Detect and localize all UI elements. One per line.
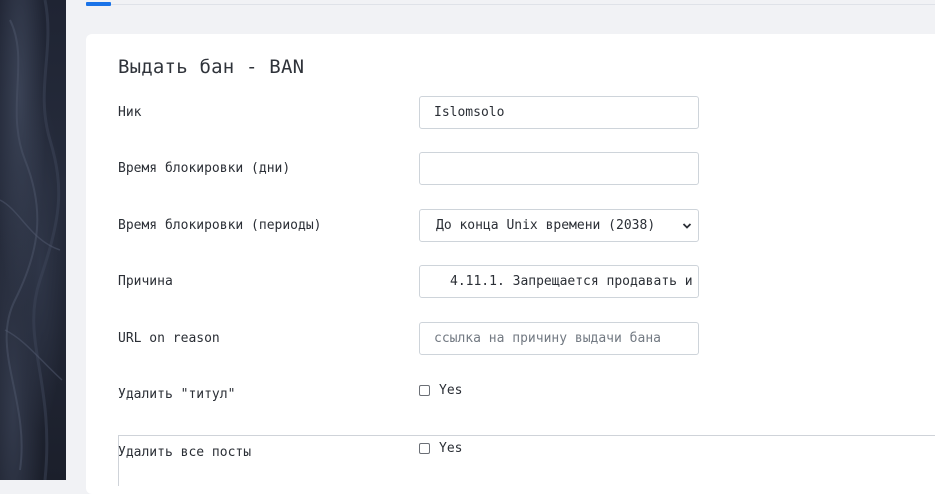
ban-days-input[interactable] — [419, 152, 699, 185]
remove-posts-yes-label: Yes — [439, 441, 463, 456]
remove-posts-label: Удалить все посты — [118, 445, 252, 460]
page-title: Выдать бан - BAN — [118, 56, 305, 78]
remove-title-option[interactable]: Yes — [419, 383, 462, 398]
chevron-down-icon — [682, 223, 692, 229]
url-reason-label: URL on reason — [118, 331, 220, 346]
nick-label: Ник — [118, 105, 142, 120]
remove-posts-checkbox[interactable] — [419, 443, 430, 454]
remove-posts-option[interactable]: Yes — [419, 441, 462, 456]
ban-period-selected-value: До конца Unix времени (2038) — [436, 218, 656, 233]
nick-input[interactable]: Islomsolo — [419, 96, 699, 129]
url-reason-input[interactable]: ссылка на причину выдачи бана — [419, 322, 699, 355]
reason-label: Причина — [118, 274, 173, 289]
active-tab-indicator — [86, 2, 111, 6]
ban-period-label: Время блокировки (периоды) — [118, 218, 322, 233]
ban-period-select[interactable]: До конца Unix времени (2038) — [419, 209, 699, 242]
remove-title-checkbox[interactable] — [419, 385, 430, 396]
remove-posts-row — [118, 435, 935, 486]
reason-input[interactable]: 4.11.1. Запрещается продавать и — [419, 265, 699, 298]
remove-title-yes-label: Yes — [439, 383, 463, 398]
ban-days-label: Время блокировки (дни) — [118, 161, 291, 176]
remove-title-label: Удалить "титул" — [118, 387, 236, 402]
sidebar-background-art — [0, 0, 66, 480]
tab-bar-divider — [86, 0, 935, 5]
